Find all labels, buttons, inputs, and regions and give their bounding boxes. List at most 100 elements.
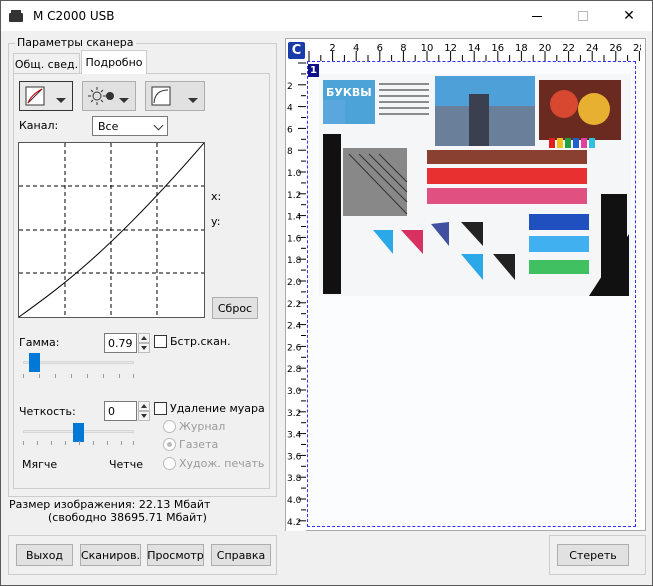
ruler-label: 4.2 — [287, 518, 301, 528]
tone-curve-editor[interactable] — [18, 142, 205, 318]
fast-scan-label: Бстр.скан. — [170, 335, 231, 348]
x-coordinate-label: x: — [211, 190, 222, 203]
free-space-text: (свободно 38695.71 Мбайт) — [48, 511, 207, 524]
sharpness-slider-thumb[interactable] — [73, 423, 84, 442]
doc-heading-text: БУКВЫ — [326, 86, 372, 99]
chevron-down-icon — [153, 120, 164, 131]
scanner-params-legend: Параметры сканера — [15, 36, 136, 49]
frame-number-badge[interactable]: 1 — [308, 64, 319, 77]
ruler-label: 26 — [609, 43, 622, 54]
fast-scan-checkbox[interactable] — [154, 335, 167, 348]
ruler-label: 2 — [287, 82, 293, 92]
moire-removal-label: Удаление муара — [170, 402, 265, 415]
horizontal-ruler: 246810121416182022242628 — [307, 41, 646, 61]
vertical-ruler: 2 4 6 8 1.0 1.2 1.4 1.6 1.8 2.0 2.2 2.4 2.6 2.8 3.0 3.2… — [286, 61, 306, 531]
maximize-icon — [578, 11, 588, 21]
ruler-label: 2.0 — [287, 278, 302, 288]
ruler-label: 6 — [377, 43, 383, 54]
channel-label: Канал: — [19, 119, 59, 132]
title-bar: M C2000 USB ✕ — [1, 1, 652, 31]
ruler-label: 14 — [468, 43, 481, 54]
tone-curve-tool-button[interactable] — [19, 81, 73, 111]
moire-magazine-radio[interactable] — [163, 420, 176, 433]
brightness-contrast-icon — [88, 87, 114, 105]
ruler-label: 1.4 — [287, 213, 302, 223]
brightness-tool-button[interactable] — [82, 81, 136, 111]
ruler-label: 2.6 — [287, 343, 302, 353]
gamma-slider-thumb[interactable] — [29, 353, 40, 372]
moire-newspaper-label: Газета — [179, 438, 219, 451]
ruler-label: 8 — [400, 43, 406, 54]
sharper-label: Четче — [109, 458, 143, 471]
ruler-label: 24 — [586, 43, 599, 54]
minimize-button[interactable] — [514, 1, 560, 31]
ruler-label: 3.6 — [287, 452, 302, 462]
moire-magazine-label: Журнал — [179, 420, 226, 433]
moire-removal-checkbox[interactable] — [154, 402, 167, 415]
ruler-label: 4 — [287, 104, 293, 114]
reset-button[interactable]: Сброс — [212, 297, 258, 319]
ruler-label: 3.2 — [287, 409, 301, 419]
sharpness-stepper[interactable] — [138, 401, 150, 421]
ruler-label: 8 — [287, 147, 293, 157]
help-button[interactable]: Справка — [211, 544, 271, 566]
preview-button[interactable]: Просмотр — [147, 544, 204, 566]
ruler-label: 16 — [491, 43, 504, 54]
preview-image: БУКВЫ — [319, 74, 631, 296]
tone-curve-graph — [18, 142, 205, 318]
ruler-label: 2.4 — [287, 322, 302, 332]
spin-up-icon[interactable] — [138, 333, 150, 343]
ruler-label: 2 — [329, 43, 335, 54]
horizontal-ruler-graphic: 246810121416182022242628 — [308, 43, 646, 61]
spin-up-icon[interactable] — [138, 401, 150, 411]
ruler-label: 4.0 — [287, 496, 302, 506]
channel-select[interactable]: Все — [92, 116, 168, 136]
moire-artprint-radio[interactable] — [163, 457, 176, 470]
exit-button[interactable]: Выход — [16, 544, 73, 566]
ruler-label: 22 — [562, 43, 575, 54]
spin-down-icon[interactable] — [138, 343, 150, 353]
spin-down-icon[interactable] — [138, 411, 150, 421]
scanner-window: M C2000 USB ✕ Параметры сканера Общ. све… — [0, 0, 653, 586]
tab-detailed[interactable]: Подробно — [81, 50, 147, 74]
close-icon: ✕ — [623, 8, 635, 24]
ruler-label: 1.2 — [287, 191, 301, 201]
ruler-label: 1.6 — [287, 234, 302, 244]
ruler-label: 18 — [515, 43, 528, 54]
tab-general[interactable]: Общ. свед. — [13, 53, 80, 74]
softer-label: Мягче — [22, 458, 58, 471]
moire-artprint-label: Худож. печать — [179, 457, 265, 470]
gamma-label: Гамма: — [19, 336, 60, 349]
gamma-input[interactable]: 0.79 — [104, 333, 137, 353]
y-coordinate-label: y: — [211, 215, 221, 228]
levels-tool-button[interactable] — [145, 81, 205, 111]
scanner-app-icon — [9, 10, 23, 22]
sharpness-label: Четкость: — [19, 405, 76, 418]
ruler-label: 3.8 — [287, 474, 302, 484]
ruler-label: 4 — [353, 43, 359, 54]
ruler-label: 12 — [444, 43, 457, 54]
ruler-label: 3.0 — [287, 387, 302, 397]
ruler-label: 6 — [287, 125, 293, 135]
levels-curve-icon — [151, 86, 171, 106]
scanned-test-chart: БУКВЫ — [319, 74, 631, 296]
tone-curve-icon — [25, 86, 45, 106]
units-corner-button[interactable]: C — [288, 42, 305, 59]
ruler-label: 1.8 — [287, 256, 302, 266]
maximize-button[interactable] — [560, 1, 606, 31]
ruler-label: 1.0 — [287, 169, 302, 179]
image-size-text: Размер изображения: 22.13 Мбайт — [9, 498, 211, 511]
ruler-label: 10 — [421, 43, 434, 54]
erase-button[interactable]: Стереть — [557, 544, 629, 566]
close-button[interactable]: ✕ — [606, 1, 652, 31]
ruler-label: 20 — [539, 43, 552, 54]
ruler-label: 3.4 — [287, 431, 302, 441]
gamma-stepper[interactable] — [138, 333, 150, 353]
ruler-label: 2.8 — [287, 365, 302, 375]
sharpness-input[interactable]: 0 — [104, 401, 137, 421]
window-title: M C2000 USB — [33, 9, 115, 23]
scan-button[interactable]: Сканиров. — [80, 544, 141, 566]
ruler-label: 2.2 — [287, 300, 301, 310]
minimize-icon — [532, 15, 542, 17]
moire-newspaper-radio[interactable] — [163, 438, 176, 451]
